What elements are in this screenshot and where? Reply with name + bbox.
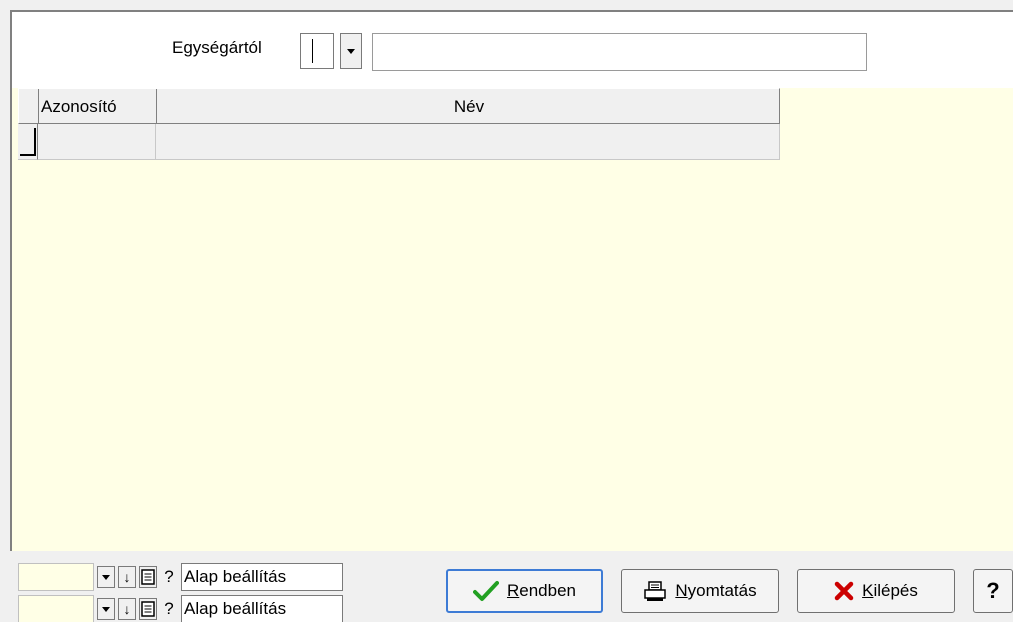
- ok-button-label: Rendben: [506, 581, 576, 600]
- arrow-down-icon[interactable]: ↓: [118, 566, 136, 588]
- unit-dropdown-button[interactable]: [340, 33, 362, 69]
- preset-row-1: ↓ ? Alap beállítás: [18, 562, 343, 592]
- chevron-down-icon: [102, 574, 110, 580]
- exit-button[interactable]: Kilépés: [797, 569, 955, 613]
- text-caret: [312, 39, 313, 63]
- current-row-marker-icon: [20, 128, 36, 156]
- exit-button-label: Kilépés: [862, 581, 918, 600]
- cell-name[interactable]: [156, 124, 780, 160]
- document-icon[interactable]: [139, 598, 157, 620]
- column-header-name[interactable]: Név: [157, 89, 781, 125]
- unit-code-input[interactable]: [300, 33, 334, 69]
- preset-dropdown-button[interactable]: [97, 566, 115, 588]
- chevron-down-icon: [347, 48, 355, 54]
- ok-button[interactable]: Rendben: [446, 569, 603, 613]
- print-button[interactable]: Nyomtatás: [621, 569, 779, 613]
- check-icon: [472, 580, 499, 602]
- question-icon: ?: [986, 578, 1000, 603]
- dialog-window: Egységártól Azonosító Név ↓ ? Alap beáll…: [0, 0, 1013, 622]
- chevron-down-icon: [102, 606, 110, 612]
- row-indicator: [18, 124, 38, 160]
- preset-label-field[interactable]: Alap beállítás: [181, 563, 343, 591]
- preset-value-input[interactable]: [18, 595, 94, 622]
- results-grid[interactable]: Azonosító Név: [18, 88, 780, 160]
- preset-row-2: ↓ ? Alap beállítás: [18, 594, 343, 622]
- table-row[interactable]: [18, 124, 780, 160]
- column-header-id[interactable]: Azonosító: [39, 89, 157, 125]
- unit-name-input[interactable]: [372, 33, 867, 71]
- arrow-down-icon[interactable]: ↓: [118, 598, 136, 620]
- x-icon: [834, 581, 854, 601]
- preset-label-field[interactable]: Alap beállítás: [181, 595, 343, 622]
- question-icon[interactable]: ?: [160, 566, 178, 588]
- document-icon[interactable]: [139, 566, 157, 588]
- help-button[interactable]: ?: [973, 569, 1013, 613]
- preset-dropdown-button[interactable]: [97, 598, 115, 620]
- cell-id[interactable]: [38, 124, 156, 160]
- print-button-label: Nyomtatás: [675, 581, 757, 600]
- preset-value-input[interactable]: [18, 563, 94, 591]
- grid-corner: [19, 89, 39, 125]
- question-icon[interactable]: ?: [160, 598, 178, 620]
- grid-header: Azonosító Név: [18, 88, 781, 125]
- printer-icon: [643, 580, 667, 602]
- unit-price-from-label: Egységártól: [172, 38, 262, 57]
